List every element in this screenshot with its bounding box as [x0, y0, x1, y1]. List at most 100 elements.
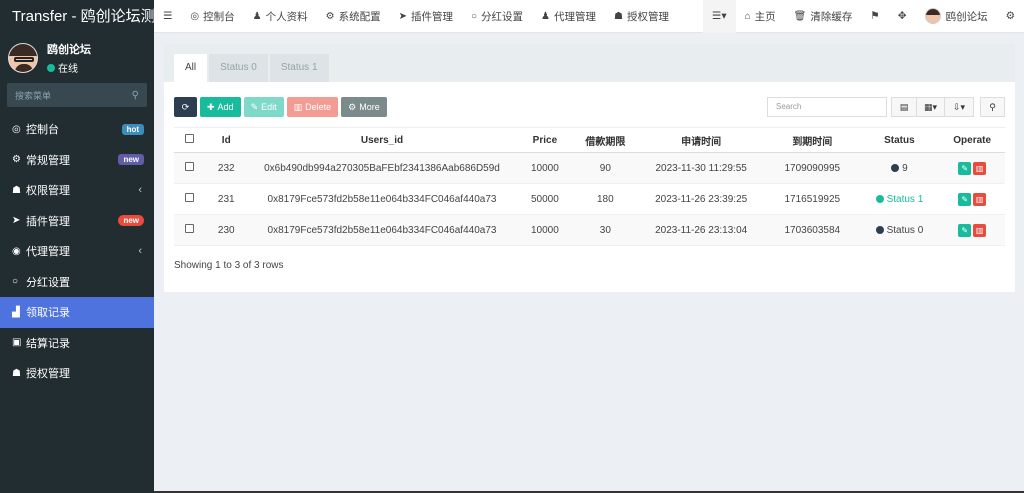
nav-profile[interactable]: ♟ 个人资料 — [244, 0, 317, 33]
col-operate: Operate — [939, 127, 1005, 153]
edit-button[interactable]: ✎ Edit — [243, 97, 284, 117]
sidebar-item-general[interactable]: ⚙ 常规管理 new — [0, 145, 154, 176]
status-tabs: All Status 0 Status 1 — [164, 44, 1015, 82]
nav-dividend[interactable]: ○ 分红设置 — [462, 0, 532, 33]
refresh-button[interactable]: ⟳ — [174, 97, 197, 117]
circle-icon: ○ — [470, 10, 478, 22]
delete-row-button[interactable]: ▥ — [973, 161, 987, 175]
cell-users-id: 0x8179Fce573fd2b58e11e064b334FC046af440a… — [247, 183, 517, 215]
delete-row-button[interactable]: ▥ — [973, 223, 987, 237]
col-id[interactable]: Id — [204, 127, 248, 153]
online-dot-icon — [47, 63, 55, 72]
cell-term: 90 — [573, 152, 638, 184]
chevron-left-icon: ‹ — [138, 184, 142, 197]
export-button[interactable]: ⇩▾ — [945, 97, 974, 117]
col-price[interactable]: Price — [516, 127, 574, 153]
table-row[interactable]: 230 0x8179Fce573fd2b58e11e064b334FC046af… — [174, 214, 1005, 246]
user-name: 鸥创论坛 — [47, 44, 91, 56]
hot-badge: hot — [121, 123, 144, 135]
search-icon[interactable]: ⚲ — [132, 90, 139, 101]
plus-icon: ✚ — [207, 102, 215, 112]
brand-logo[interactable]: Transfer - 鸥创论坛测 — [0, 0, 154, 34]
edit-row-button[interactable]: ✎ — [958, 192, 972, 206]
cell-apply-time: 2023-11-26 23:39:25 — [637, 183, 766, 215]
nav-clear-cache[interactable]: 🗑 清除缓存 — [785, 0, 862, 33]
bars-icon: ☰▾ — [711, 10, 727, 22]
status-dot-icon — [875, 225, 884, 234]
edit-row-button[interactable]: ✎ — [958, 161, 972, 175]
advanced-search-button[interactable]: ⚲ — [980, 97, 1005, 117]
sidebar: Transfer - 鸥创论坛测 鸥创论坛 在线 搜索菜单 ⚲ ◎ 控制台 ho… — [0, 0, 154, 493]
cell-price: 50000 — [516, 183, 574, 215]
cell-status: Status 1 — [859, 183, 940, 215]
group-icon: ☗ — [12, 184, 21, 196]
sidebar-item-dashboard[interactable]: ◎ 控制台 hot — [0, 114, 154, 145]
table-search-input[interactable]: Search — [767, 97, 887, 117]
cell-term: 180 — [573, 183, 638, 215]
table-row[interactable]: 231 0x8179Fce573fd2b58e11e064b334FC046af… — [174, 183, 1005, 215]
sidebar-toggle[interactable]: ☰ — [154, 0, 181, 33]
nav-dashboard[interactable]: ◎ 控制台 — [181, 0, 243, 33]
col-apply-time[interactable]: 申请时间 — [637, 127, 766, 153]
row-checkbox[interactable] — [184, 162, 194, 171]
tab-status-0[interactable]: Status 0 — [209, 54, 268, 82]
group-icon: ☗ — [12, 367, 21, 379]
nav-language[interactable]: ⚑ — [861, 0, 888, 33]
circle-icon: ○ — [12, 276, 19, 288]
cell-term: 30 — [573, 214, 638, 246]
sidebar-item-license[interactable]: ☗ 授权管理 — [0, 358, 154, 389]
col-term[interactable]: 借款期限 — [573, 127, 638, 153]
cell-apply-time: 2023-11-26 23:13:04 — [637, 214, 766, 246]
nav-config[interactable]: ⚙ 系统配置 — [317, 0, 390, 33]
pencil-icon: ✎ — [250, 102, 259, 112]
row-checkbox[interactable] — [184, 193, 194, 202]
columns-button[interactable]: ▦▾ — [917, 97, 945, 117]
sidebar-item-claim-records[interactable]: ▟ 领取记录 — [0, 297, 154, 328]
pagination-info: Showing 1 to 3 of 3 rows — [174, 260, 284, 271]
columns-icon: ▦▾ — [923, 101, 938, 112]
sidebar-item-settlement[interactable]: ▣ 结算记录 — [0, 328, 154, 359]
cell-price: 10000 — [516, 214, 574, 246]
delete-button[interactable]: ▥ Delete — [286, 97, 339, 117]
sidebar-item-auth[interactable]: ☗ 权限管理 ‹ — [0, 175, 154, 206]
sidebar-item-dividend[interactable]: ○ 分红设置 — [0, 267, 154, 298]
nav-home[interactable]: ⌂ 主页 — [736, 0, 785, 33]
nav-settings[interactable]: ⚙ — [997, 0, 1024, 33]
row-checkbox[interactable] — [184, 224, 194, 233]
new-badge: new — [118, 215, 144, 227]
nav-user[interactable]: 鸥创论坛 — [916, 0, 997, 33]
language-icon: ⚑ — [870, 10, 880, 22]
nav-fullscreen[interactable]: ✥ — [889, 0, 916, 33]
select-all-checkbox[interactable] — [184, 134, 194, 143]
nav-menu-dropdown[interactable]: ☰▾ — [702, 0, 736, 33]
table-row[interactable]: 232 0x6b490db994a270305BaFEbf2341386Aab6… — [174, 152, 1005, 184]
export-icon: ⇩▾ — [952, 101, 966, 112]
menu-search-input[interactable]: 搜索菜单 ⚲ — [7, 83, 147, 107]
cell-expire-time: 1703603584 — [765, 214, 860, 246]
sidebar-item-agent[interactable]: ◉ 代理管理 ‹ — [0, 236, 154, 267]
user-icon: ♟ — [541, 10, 550, 22]
more-button[interactable]: ⚙ More — [341, 97, 387, 117]
nav-plugins[interactable]: ➤ 插件管理 — [390, 0, 462, 33]
col-status[interactable]: Status — [859, 127, 940, 153]
tab-status-1[interactable]: Status 1 — [269, 54, 329, 82]
cell-expire-time: 1716519925 — [765, 183, 860, 215]
search-icon: ⚲ — [989, 101, 996, 112]
nav-agent[interactable]: ♟ 代理管理 — [532, 0, 605, 33]
cog-icon: ⚙ — [325, 10, 335, 22]
col-users-id[interactable]: Users_id — [247, 127, 517, 153]
cell-status: Status 0 — [859, 214, 940, 246]
dashboard-icon: ◎ — [190, 10, 200, 22]
tab-all[interactable]: All — [174, 54, 208, 82]
add-button[interactable]: ✚ Add — [200, 97, 241, 117]
cell-users-id: 0x8179Fce573fd2b58e11e064b334FC046af440a… — [247, 214, 517, 246]
col-expire-time[interactable]: 到期时间 — [765, 127, 860, 153]
toolbar: ⟳ ✚ Add ✎ Edit ▥ Delete ⚙ More Search ▤ ▦▾ ⇩… — [174, 97, 1005, 118]
delete-row-button[interactable]: ▥ — [973, 192, 987, 206]
sidebar-item-plugins[interactable]: ➤ 插件管理 new — [0, 206, 154, 237]
select-all-cell[interactable] — [174, 127, 205, 153]
toggle-view-button[interactable]: ▤ — [891, 97, 917, 117]
edit-row-button[interactable]: ✎ — [958, 223, 972, 237]
status-dot-icon — [875, 194, 884, 203]
nav-license[interactable]: ☗ 授权管理 — [605, 0, 678, 33]
